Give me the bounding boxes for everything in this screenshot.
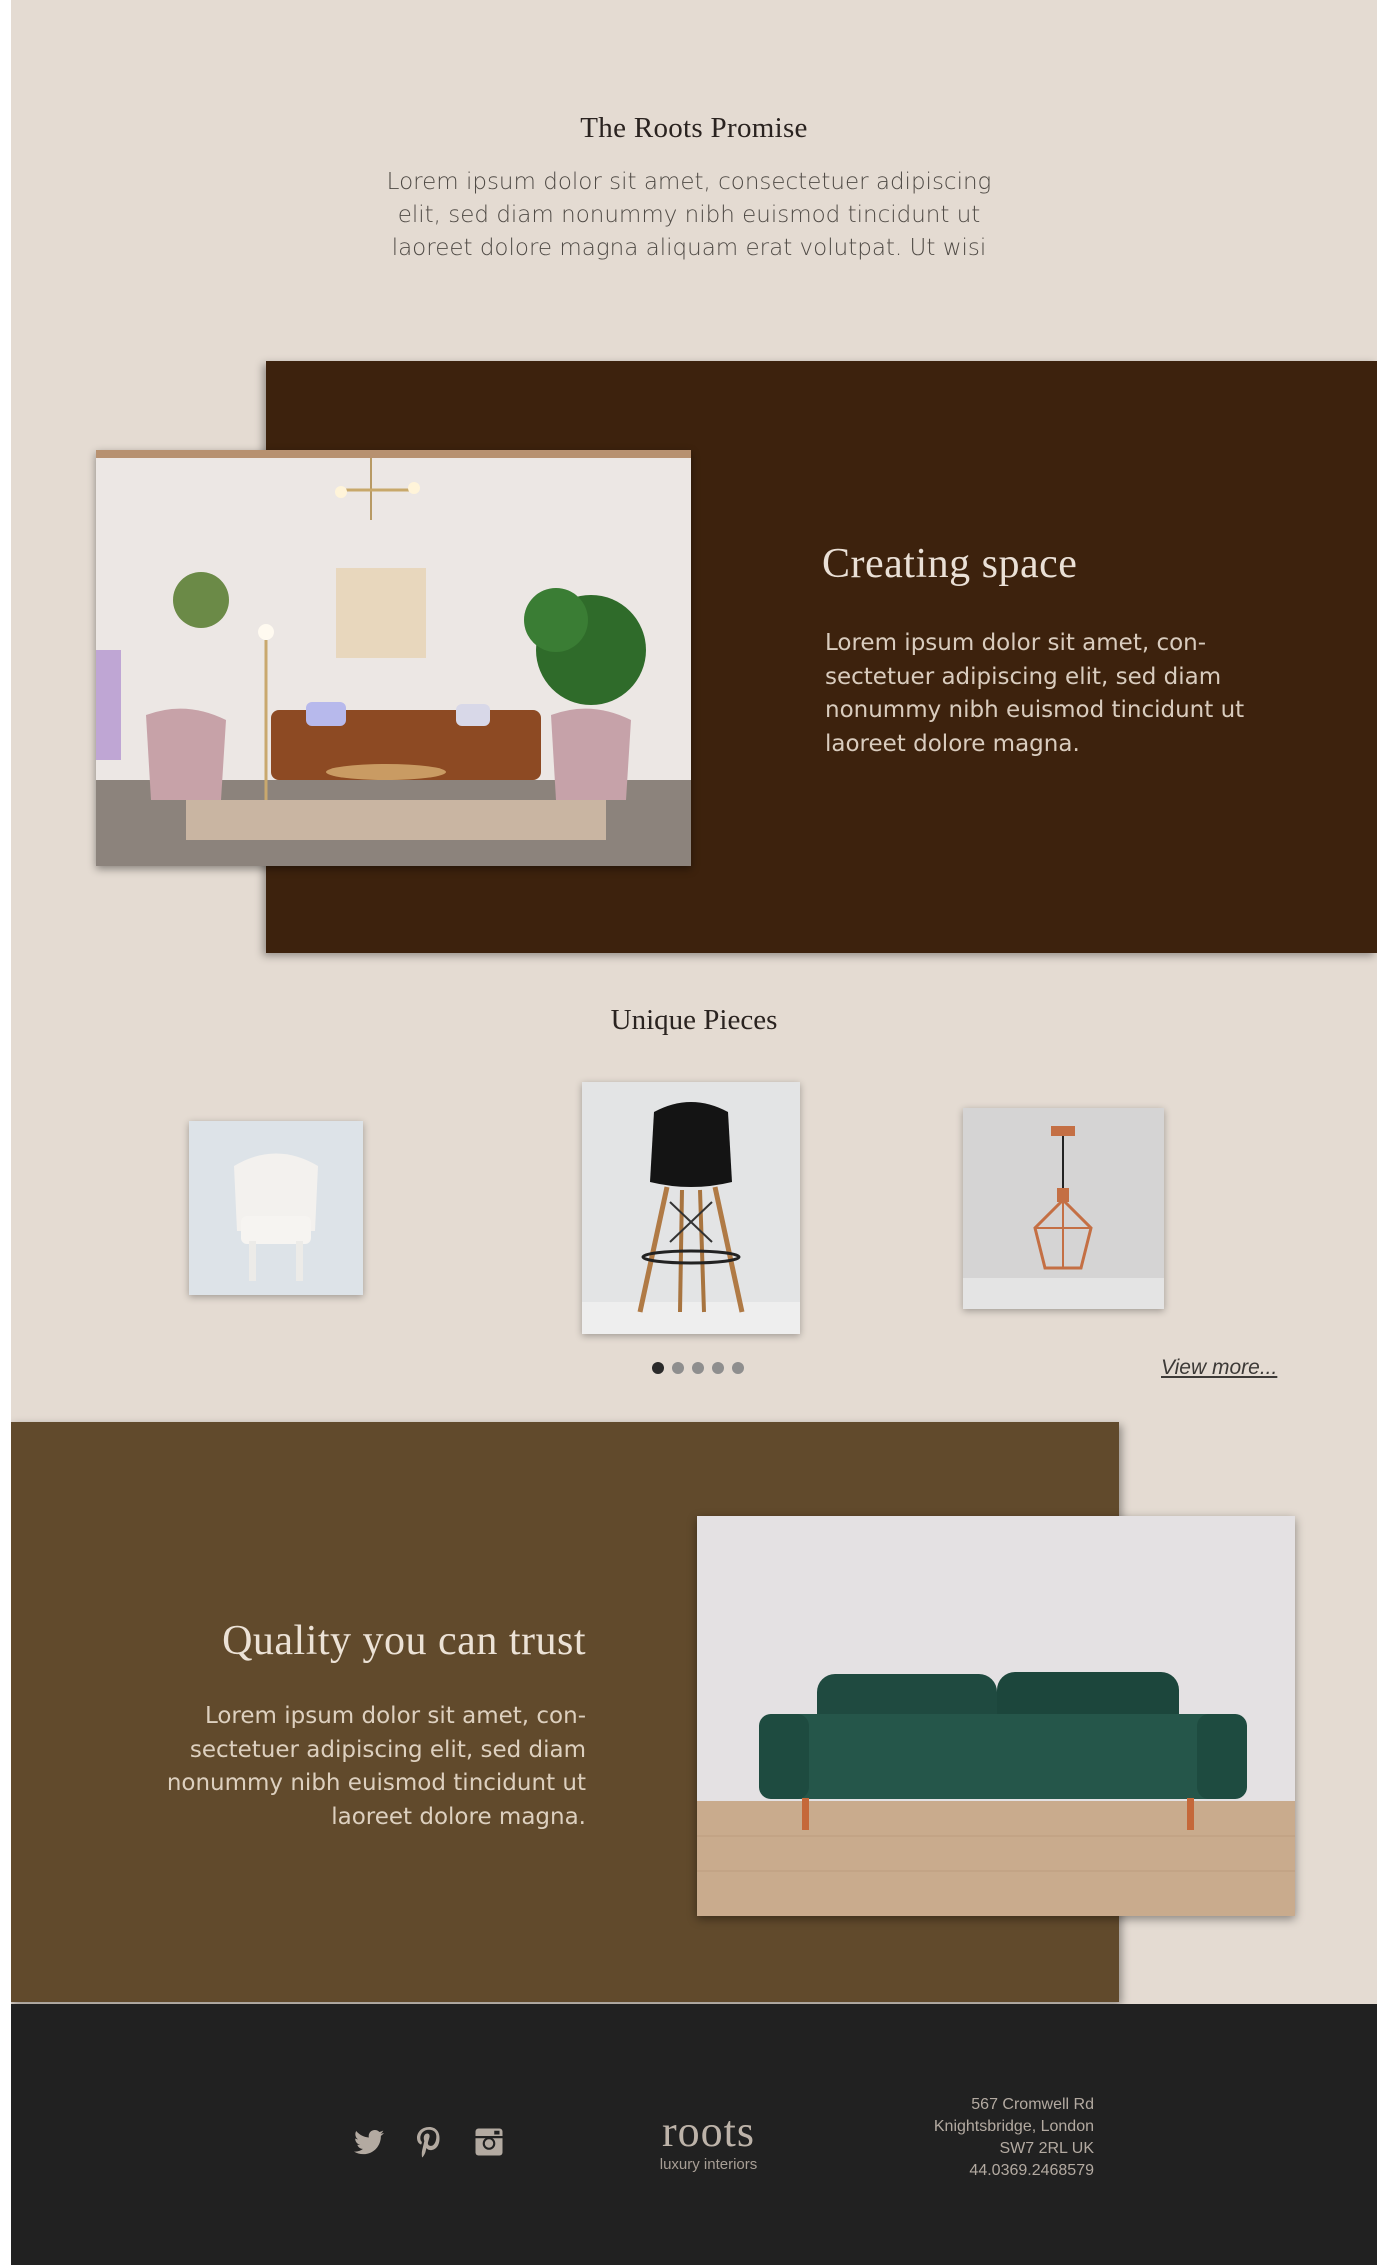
view-more-link[interactable]: View more... <box>1161 1356 1277 1380</box>
green-sofa-image <box>697 1516 1295 1916</box>
phone-number: 44.0369.2468579 <box>969 2162 1094 2179</box>
carousel-dot[interactable] <box>692 1362 704 1374</box>
carousel-dot[interactable] <box>652 1362 664 1374</box>
roots-logo[interactable]: roots <box>631 2110 786 2154</box>
instagram-icon[interactable] <box>471 2124 507 2160</box>
address-line: Knightsbridge, London <box>933 2118 1094 2135</box>
carousel-dot[interactable] <box>712 1362 724 1374</box>
promise-title: The Roots Promise <box>580 112 808 144</box>
copper-pendant-lamp-image[interactable] <box>963 1108 1164 1309</box>
carousel-dots <box>652 1362 744 1374</box>
address-line: 567 Cromwell Rd <box>971 2096 1094 2113</box>
quality-title: Quality you can trust <box>222 1618 586 1664</box>
living-room-image <box>96 450 691 866</box>
unique-pieces-title: Unique Pieces <box>610 1004 778 1036</box>
carousel-dot[interactable] <box>672 1362 684 1374</box>
white-armchair-image[interactable] <box>189 1121 363 1295</box>
logo-tagline: luxury interiors <box>659 2156 758 2173</box>
address-line: SW7 2RL UK <box>999 2140 1094 2157</box>
address-block: 567 Cromwell Rd Knightsbridge, London SW… <box>861 2094 1094 2182</box>
carousel-dot[interactable] <box>732 1362 744 1374</box>
creating-space-text: Lorem ipsum dolor sit amet, con-sectetue… <box>825 630 1245 757</box>
social-links <box>351 2124 507 2160</box>
creating-space-title: Creating space <box>822 541 1078 587</box>
quality-text: Lorem ipsum dolor sit amet, con-sectetue… <box>166 1703 586 1830</box>
page: The Roots Promise Lorem ipsum dolor sit … <box>11 0 1377 2265</box>
twitter-icon[interactable] <box>351 2124 387 2160</box>
pinterest-icon[interactable] <box>411 2124 447 2160</box>
footer: roots luxury interiors 567 Cromwell Rd K… <box>11 2004 1377 2265</box>
promise-text: Lorem ipsum dolor sit amet, consectetuer… <box>386 169 992 261</box>
black-barstool-image[interactable] <box>582 1082 800 1334</box>
